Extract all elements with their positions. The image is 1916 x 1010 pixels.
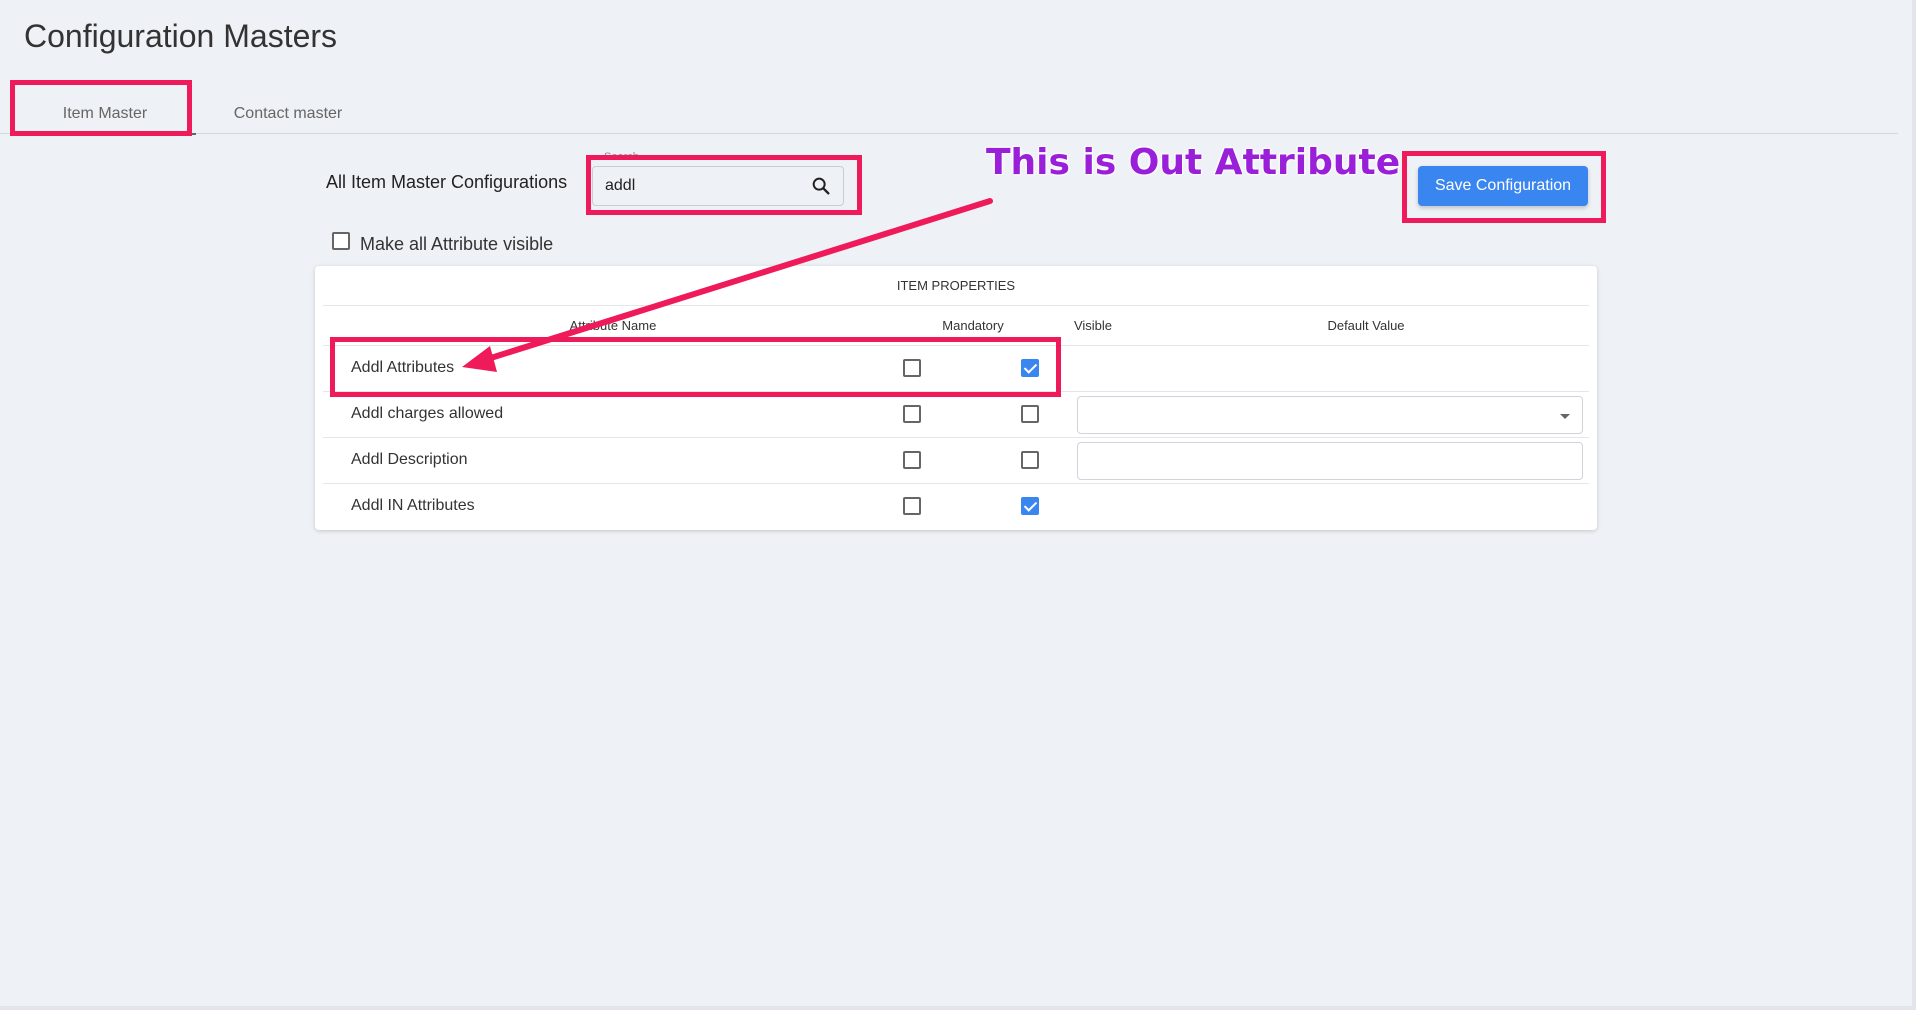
- attribute-name: Addl Description: [351, 451, 468, 468]
- default-value-input[interactable]: [1077, 442, 1583, 480]
- page-title: Configuration Masters: [24, 18, 338, 54]
- table-row: Addl IN Attributes: [323, 484, 1589, 530]
- table-row: Addl Description: [323, 438, 1589, 484]
- visible-checkbox[interactable]: [1021, 497, 1039, 515]
- make-all-visible-label: Make all Attribute visible: [360, 234, 554, 254]
- mandatory-checkbox[interactable]: [903, 405, 921, 423]
- table-title: ITEM PROPERTIES: [323, 266, 1589, 306]
- make-all-visible[interactable]: Make all Attribute visible: [332, 232, 553, 256]
- tab-bar: Item Master Contact master: [0, 80, 1898, 135]
- highlight-box-tab: [10, 80, 192, 136]
- attribute-name: Addl charges allowed: [351, 405, 504, 422]
- section-title: All Item Master Configurations: [326, 172, 568, 192]
- mandatory-checkbox[interactable]: [903, 497, 921, 515]
- highlight-box-save: [1402, 151, 1606, 223]
- make-all-visible-checkbox[interactable]: [332, 232, 350, 250]
- chevron-down-icon: [1560, 414, 1570, 419]
- tab-contact-master[interactable]: Contact master: [212, 94, 364, 134]
- item-properties-table: ITEM PROPERTIES Attribute Name Mandatory…: [315, 266, 1597, 530]
- header-default-value: Default Value: [1143, 306, 1589, 346]
- mandatory-checkbox[interactable]: [903, 451, 921, 469]
- highlight-box-row: [330, 337, 1061, 397]
- app-page: Configuration Masters Item Master Contac…: [0, 0, 1916, 1010]
- table-row: Addl charges allowed: [323, 392, 1589, 438]
- default-value-select[interactable]: [1077, 396, 1583, 434]
- highlight-box-search: [586, 155, 862, 215]
- attribute-name: Addl IN Attributes: [351, 497, 475, 514]
- annotation-text: This is Out Attribute: [986, 142, 1401, 183]
- visible-checkbox[interactable]: [1021, 405, 1039, 423]
- tab-contact-master-label: Contact master: [233, 105, 343, 122]
- visible-checkbox[interactable]: [1021, 451, 1039, 469]
